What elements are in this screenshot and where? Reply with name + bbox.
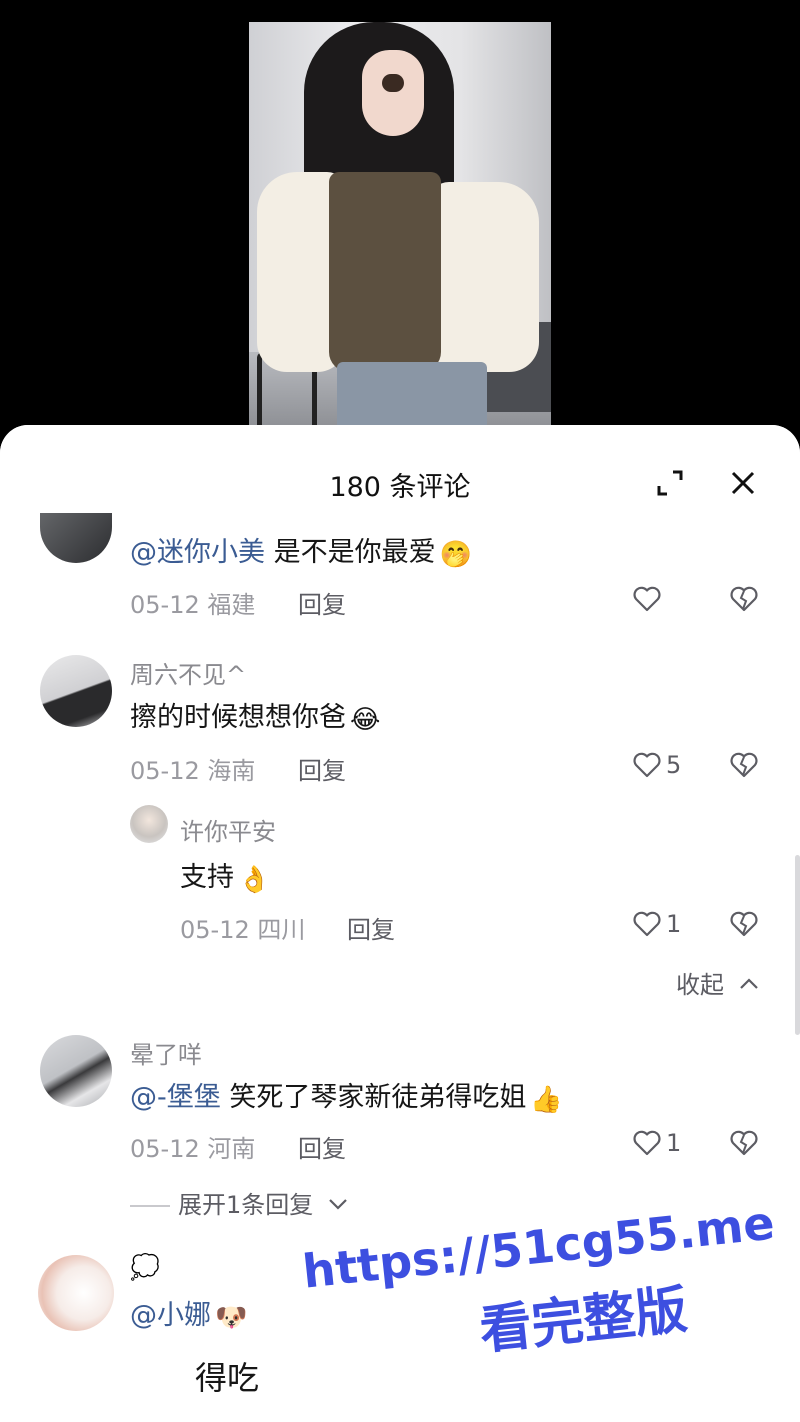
comment-body: 得吃 xyxy=(195,1359,260,1397)
reply-button[interactable]: 回复 xyxy=(298,585,346,620)
reply-button[interactable]: 回复 xyxy=(298,1129,346,1164)
comment-body: 笑死了琴家新徒弟得吃姐 xyxy=(220,1082,527,1113)
comment-location: 河南 xyxy=(207,1135,256,1163)
video-person-top xyxy=(329,172,441,372)
comment-text: @迷你小美 是不是你最爱 🤭 xyxy=(130,530,472,570)
collapse-label: 收起 xyxy=(676,971,724,999)
like-count: 1 xyxy=(666,1129,682,1157)
comment-text: 擦的时候想想你爸 😂 xyxy=(130,695,380,735)
chevron-up-icon xyxy=(739,978,758,989)
broken-heart-icon[interactable] xyxy=(729,1128,759,1158)
comment-username[interactable]: 周六不见^ xyxy=(130,655,246,690)
like-count: 1 xyxy=(666,910,682,938)
broken-heart-icon[interactable] xyxy=(729,909,759,939)
avatar[interactable] xyxy=(40,655,112,727)
reply-username[interactable]: 许你平安 xyxy=(180,812,276,847)
broken-heart-icon[interactable] xyxy=(729,584,759,614)
comment-date: 05-12 xyxy=(130,1135,200,1163)
comment-text: @-堡堡 笑死了琴家新徒弟得吃姐 👍 xyxy=(130,1075,563,1115)
heart-icon[interactable] xyxy=(632,1128,662,1158)
chevron-down-icon xyxy=(329,1199,347,1210)
mention-link[interactable]: @迷你小美 xyxy=(130,537,265,568)
emoji: 😂 xyxy=(350,705,381,735)
broken-heart-icon[interactable] xyxy=(729,750,759,780)
heart-icon[interactable] xyxy=(632,750,662,780)
reply-location: 四川 xyxy=(257,916,306,944)
comment-date: 05-12 xyxy=(130,591,200,619)
expand-replies-button[interactable]: 展开1条回复 xyxy=(130,1185,349,1220)
avatar[interactable] xyxy=(38,1255,114,1331)
comment-meta: 05-12 海南 xyxy=(130,751,255,786)
video-person-sleeve-right xyxy=(429,182,539,372)
comment-text: @小娜 🐶 xyxy=(130,1293,247,1333)
comment-body: 是不是你最爱 xyxy=(265,537,436,568)
reply-body: 支持 xyxy=(180,862,234,893)
video-person-shorts xyxy=(337,362,487,426)
emoji: 🐶 xyxy=(215,1303,248,1333)
scrollbar[interactable] xyxy=(795,855,800,1035)
avatar[interactable] xyxy=(130,805,168,843)
heart-icon[interactable] xyxy=(632,584,662,614)
emoji: 👌 xyxy=(238,865,271,895)
video-face-filter xyxy=(382,74,404,92)
expand-replies-label: 展开1条回复 xyxy=(178,1191,314,1219)
comment-location: 海南 xyxy=(207,757,256,785)
avatar[interactable] xyxy=(40,1035,112,1107)
watermark-caption: 看完整版 xyxy=(476,1280,691,1362)
comment-location: 福建 xyxy=(207,591,256,619)
comment-sheet-header: 180 条评论 xyxy=(0,425,800,513)
collapse-replies-button[interactable]: 收起 xyxy=(676,965,760,1000)
like-count: 5 xyxy=(666,751,682,779)
reply-meta: 05-12 四川 xyxy=(180,910,305,945)
emoji: 🤭 xyxy=(439,540,472,570)
reply-button[interactable]: 回复 xyxy=(347,910,395,945)
comment-meta: 05-12 福建 xyxy=(130,585,255,620)
expand-icon[interactable] xyxy=(652,465,688,501)
comment-username[interactable]: 💭 xyxy=(130,1253,160,1281)
comment-username[interactable]: 晕了咩 xyxy=(130,1035,202,1070)
comment-date: 05-12 xyxy=(130,757,200,785)
comment-meta: 05-12 河南 xyxy=(130,1129,255,1164)
emoji: 👍 xyxy=(530,1085,563,1115)
reply-button[interactable]: 回复 xyxy=(298,751,346,786)
heart-icon[interactable] xyxy=(632,909,662,939)
video-person-face xyxy=(362,50,424,136)
comment-body: 擦的时候想想你爸 xyxy=(130,702,346,733)
mention-link[interactable]: @小娜 xyxy=(130,1300,211,1331)
video-player[interactable] xyxy=(0,0,800,440)
video-frame[interactable] xyxy=(249,22,551,426)
reply-text: 支持 👌 xyxy=(180,855,270,895)
divider xyxy=(130,1205,170,1207)
mention-link[interactable]: @-堡堡 xyxy=(130,1082,221,1113)
reply-date: 05-12 xyxy=(180,916,250,944)
close-icon[interactable] xyxy=(725,465,761,501)
